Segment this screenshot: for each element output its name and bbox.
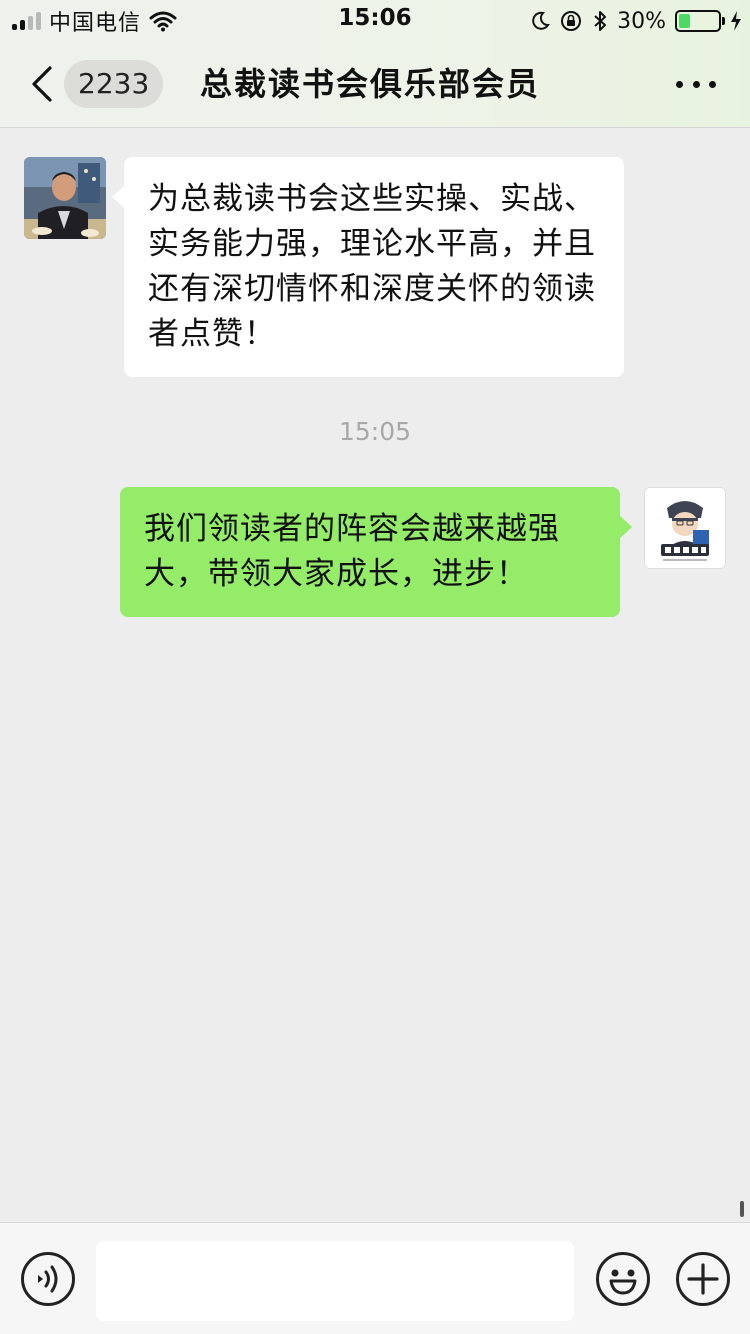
chat-nav-bar: 2233 总裁读书会俱乐部会员 <box>0 40 750 128</box>
moon-icon <box>532 11 550 30</box>
bluetooth-icon <box>594 11 607 31</box>
more-dot <box>692 80 700 88</box>
scroll-indicator[interactable] <box>740 1201 744 1217</box>
incoming-message-bubble[interactable]: 为总裁读书会这些实操、实战、实务能力强，理论水平高，并且还有深切情怀和深度关怀的… <box>112 157 624 377</box>
person-photo-icon <box>24 157 106 239</box>
club-logo-avatar[interactable] <box>644 487 726 569</box>
battery-level-fill <box>679 14 691 28</box>
orientation-lock-icon <box>561 11 582 31</box>
reading-club-logo-icon <box>645 488 725 568</box>
member-avatar[interactable] <box>24 157 106 239</box>
charging-icon <box>731 11 741 31</box>
voice-wave-icon <box>38 1265 58 1293</box>
battery-percent: 30% <box>617 8 666 34</box>
more-dot <box>676 80 683 88</box>
unread-count-badge[interactable]: 2233 <box>64 60 164 108</box>
chat-message-list[interactable]: 为总裁读书会这些实操、实战、实务能力强，理论水平高，并且还有深切情怀和深度关怀的… <box>0 129 750 1222</box>
message-input[interactable] <box>96 1241 574 1321</box>
more-icon[interactable] <box>676 74 716 94</box>
chat-input-bar <box>0 1222 750 1334</box>
plus-sign-icon <box>687 1263 719 1295</box>
smiley-face-icon <box>609 1269 637 1295</box>
voice-icon[interactable] <box>21 1252 75 1306</box>
status-bar: 中国电信 15:06 30% <box>0 0 750 40</box>
battery-icon <box>675 10 725 32</box>
status-right: 30% <box>530 5 742 37</box>
chevron-left-icon[interactable] <box>26 62 60 106</box>
message-timestamp: 15:05 <box>338 417 412 446</box>
chat-title: 总裁读书会俱乐部会员 <box>200 65 541 103</box>
plus-icon[interactable] <box>676 1252 730 1306</box>
wechat-group-chat-screen: 中国电信 15:06 30% 2233 总裁读书会俱乐部会员 为总裁读书会这些实… <box>0 0 750 1334</box>
emoji-icon[interactable] <box>596 1252 650 1306</box>
more-dot <box>709 80 716 88</box>
outgoing-message-bubble[interactable]: 我们领读者的阵容会越来越强大，带领大家成长，进步！ <box>120 487 632 617</box>
